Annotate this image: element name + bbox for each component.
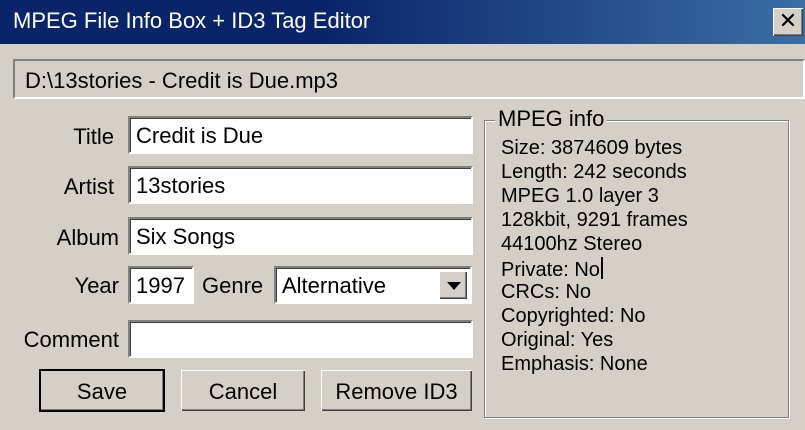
artist-label: Artist — [63, 174, 114, 199]
album-value: Six Songs — [136, 224, 236, 249]
mpeg-info-legend: MPEG info — [495, 106, 608, 132]
title-bar[interactable]: MPEG File Info Box + ID3 Tag Editor ✕ — [0, 0, 805, 44]
close-button[interactable]: ✕ — [773, 8, 803, 36]
info-private-line: Private: No — [501, 257, 603, 282]
info-original: Original: Yes — [501, 329, 614, 351]
info-emphasis: Emphasis: None — [501, 353, 648, 375]
mpeg-info-group: MPEG info Size: 3874609 bytes Length: 24… — [484, 106, 789, 418]
text-cursor — [600, 257, 603, 279]
info-length: Length: 242 seconds — [501, 161, 687, 183]
info-private: Private: No — [501, 259, 600, 281]
artist-value: 13stories — [136, 173, 226, 198]
year-value: 1997 — [136, 273, 185, 298]
cancel-button-label: Cancel — [208, 379, 278, 404]
genre-value: Alternative — [282, 273, 386, 298]
artist-input[interactable]: 13stories — [128, 166, 473, 204]
title-input[interactable]: Credit is Due — [128, 116, 473, 154]
save-button[interactable]: Save — [39, 369, 165, 412]
save-button-label: Save — [76, 379, 128, 404]
title-label: Title — [73, 124, 114, 149]
info-copyrighted: Copyrighted: No — [501, 305, 646, 327]
dialog-window: MPEG File Info Box + ID3 Tag Editor ✕ D:… — [0, 0, 805, 430]
window-title: MPEG File Info Box + ID3 Tag Editor — [13, 8, 371, 33]
remove-id3-button-label: Remove ID3 — [335, 379, 458, 404]
file-path-field: D:\13stories - Credit is Due.mp3 — [13, 59, 805, 99]
info-samplerate-mode: 44100hz Stereo — [501, 233, 643, 255]
comment-input[interactable] — [128, 320, 473, 358]
cancel-button[interactable]: Cancel — [181, 370, 305, 411]
year-label: Year — [74, 273, 119, 298]
chevron-down-icon[interactable] — [439, 271, 467, 299]
genre-dropdown[interactable]: Alternative — [274, 266, 472, 304]
info-bitrate-frames: 128kbit, 9291 frames — [501, 209, 688, 231]
file-path-text: D:\13stories - Credit is Due.mp3 — [25, 68, 338, 93]
album-label: Album — [56, 225, 119, 250]
info-size: Size: 3874609 bytes — [501, 137, 683, 159]
remove-id3-button[interactable]: Remove ID3 — [321, 370, 472, 411]
info-crcs: CRCs: No — [501, 281, 592, 303]
comment-label: Comment — [23, 327, 119, 352]
genre-label: Genre — [202, 273, 264, 298]
title-value: Credit is Due — [136, 123, 264, 148]
album-input[interactable]: Six Songs — [128, 217, 473, 255]
year-input[interactable]: 1997 — [128, 266, 194, 304]
close-icon: ✕ — [778, 9, 798, 34]
info-mpeg-layer: MPEG 1.0 layer 3 — [501, 185, 659, 207]
